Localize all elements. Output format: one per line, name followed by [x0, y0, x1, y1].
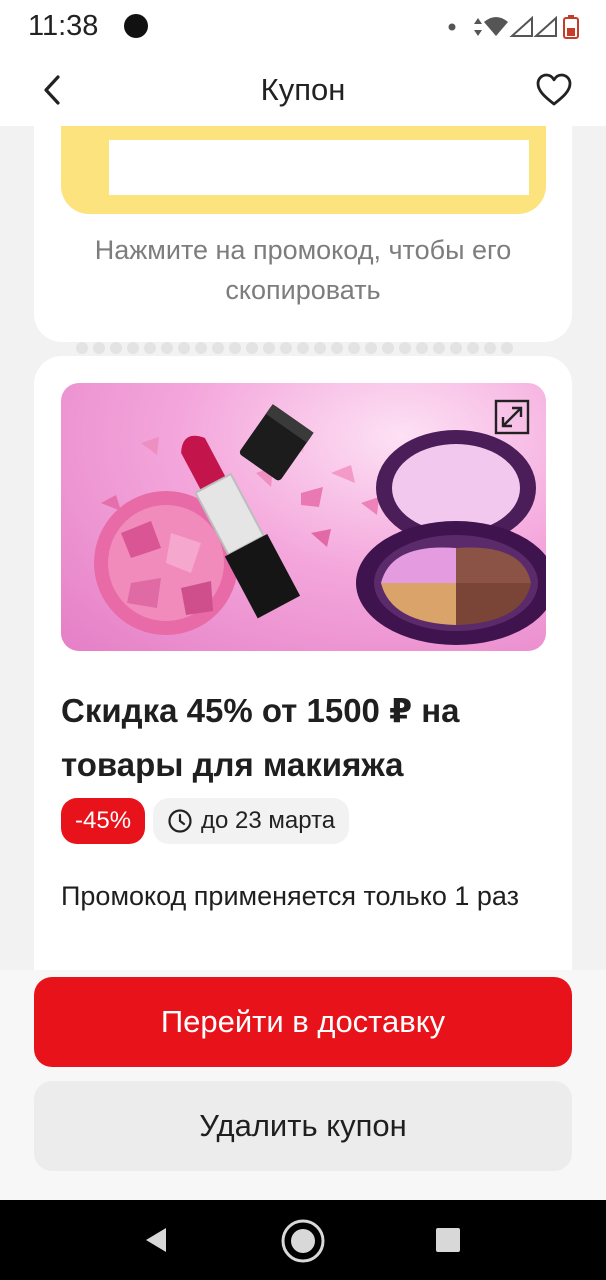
coupon-perforation: [76, 342, 536, 356]
expiry-badge: до 23 марта: [153, 798, 350, 844]
notification-dot-icon: [124, 14, 148, 38]
promo-card: Нажмите на промокод, чтобы его скопирова…: [34, 126, 572, 342]
status-bar: 11:38: [0, 0, 606, 54]
favorite-button[interactable]: [530, 68, 578, 112]
expiry-date-label: до 23 марта: [201, 807, 336, 834]
offer-badges: -45% до 23 марта: [61, 798, 350, 844]
offer-usage-note: Промокод применяется только 1 раз: [61, 881, 520, 911]
promo-code-value[interactable]: [109, 140, 529, 195]
bottom-actions: Перейти в доставку Удалить купон: [0, 970, 606, 1200]
nav-recents-icon[interactable]: [434, 1226, 462, 1254]
clock-icon: [168, 809, 192, 833]
heart-icon: [536, 73, 572, 106]
offer-title: Скидка 45% от 1500 ₽ на товары для макия…: [61, 692, 460, 783]
offer-image[interactable]: [61, 383, 546, 651]
go-to-delivery-button[interactable]: Перейти в доставку: [34, 977, 572, 1067]
makeup-illustration: [94, 404, 546, 645]
page-title: Купон: [260, 72, 346, 107]
delete-coupon-button[interactable]: Удалить купон: [34, 1081, 572, 1171]
nav-back-icon[interactable]: [140, 1224, 172, 1256]
discount-badge: -45%: [61, 798, 146, 844]
app-header: Купон: [0, 54, 606, 126]
status-icons: [448, 15, 579, 39]
offer-card: Скидка 45% от 1500 ₽ на товары для макия…: [34, 356, 572, 976]
status-time: 11:38: [28, 10, 99, 42]
promo-copy-hint: Нажмите на промокод, чтобы его скопирова…: [94, 235, 512, 305]
promo-code-box[interactable]: [61, 126, 546, 214]
nav-home-icon[interactable]: [280, 1218, 326, 1264]
expand-icon[interactable]: [494, 399, 530, 435]
system-nav-bar: [0, 1200, 606, 1280]
